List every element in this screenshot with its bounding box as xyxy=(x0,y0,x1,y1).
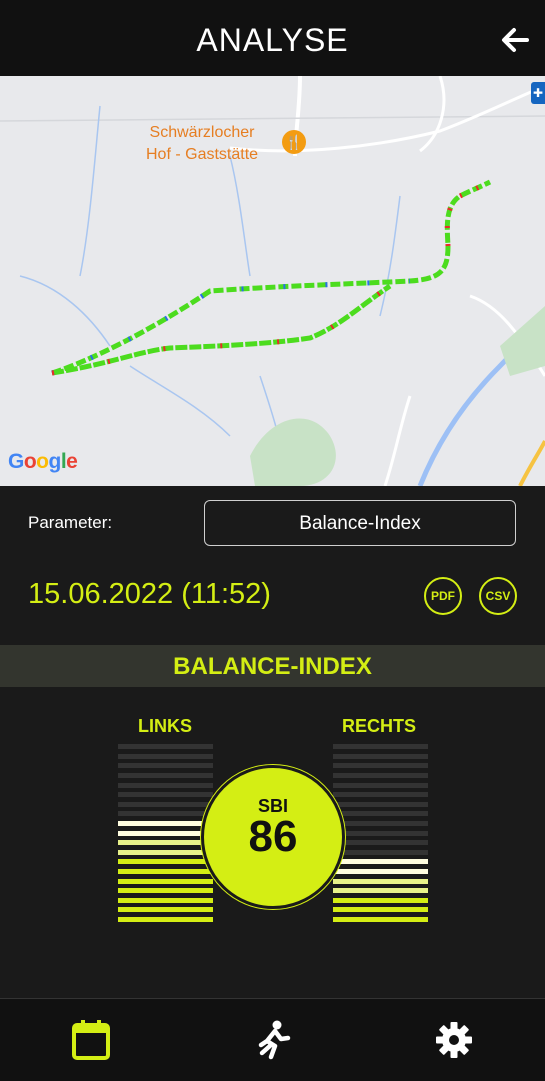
right-balance-bars xyxy=(333,742,428,922)
balance-bar-segment xyxy=(118,782,213,788)
balance-bar-segment xyxy=(118,763,213,769)
balance-bar-segment xyxy=(333,878,428,884)
balance-bar-segment xyxy=(333,859,428,865)
balance-bar-segment xyxy=(118,869,213,874)
balance-bar-segment xyxy=(118,811,213,817)
balance-bar-segment xyxy=(333,907,428,913)
balance-bar-segment xyxy=(118,792,213,798)
gear-icon[interactable] xyxy=(434,1019,474,1061)
balance-bar-segment xyxy=(333,801,428,807)
map-shield-icon: ✚ xyxy=(531,82,545,104)
balance-bar-segment xyxy=(333,840,428,846)
left-label: LINKS xyxy=(138,716,192,736)
balance-bar-segment xyxy=(333,763,428,769)
sbi-score-circle: SBI 86 xyxy=(201,765,345,909)
balance-bar-segment xyxy=(118,849,213,855)
balance-bar-segment xyxy=(333,917,428,922)
route-map[interactable]: Schwärzlocher Hof - Gaststätte 🍴 ✚ Googl… xyxy=(0,76,545,486)
balance-bar-segment xyxy=(118,859,213,865)
left-balance-bars xyxy=(118,742,213,922)
balance-bar-segment xyxy=(118,897,213,903)
session-date: 15.06.2022 (11:52) xyxy=(28,578,271,610)
balance-bar-segment xyxy=(118,801,213,807)
parameter-label: Parameter: xyxy=(28,513,113,532)
balance-bar-segment xyxy=(333,888,428,894)
csv-export-button[interactable]: CSV xyxy=(479,577,517,615)
balance-bar-segment xyxy=(333,869,428,874)
balance-bar-segment xyxy=(118,821,213,826)
balance-bar-segment xyxy=(118,830,213,836)
balance-bar-segment xyxy=(333,773,428,778)
balance-bar-segment xyxy=(333,744,428,750)
balance-bar-segment xyxy=(118,773,213,778)
balance-bar-segment xyxy=(118,840,213,846)
parameter-select[interactable]: Balance-Index xyxy=(204,500,516,546)
balance-bar-segment xyxy=(118,744,213,750)
balance-bar-segment xyxy=(333,849,428,855)
restaurant-icon[interactable]: 🍴 xyxy=(282,130,306,154)
poi-label: Schwärzlocher Hof - Gaststätte xyxy=(146,124,259,163)
balance-bar-segment xyxy=(118,888,213,894)
balance-bar-segment xyxy=(333,753,428,759)
app-header: ANALYSE xyxy=(0,0,545,76)
google-logo: Google xyxy=(8,450,78,473)
balance-bar-segment xyxy=(118,907,213,913)
balance-bar-segment xyxy=(333,792,428,798)
balance-bar-segment xyxy=(333,821,428,826)
balance-bar-segment xyxy=(333,830,428,836)
balance-bar-segment xyxy=(333,897,428,903)
bottom-nav xyxy=(0,998,545,1081)
back-arrow-icon[interactable] xyxy=(499,24,531,56)
map-canvas xyxy=(0,76,545,486)
sbi-value: 86 xyxy=(248,812,298,861)
balance-bar-segment xyxy=(118,878,213,884)
balance-bar-segment xyxy=(333,782,428,788)
balance-index-title: BALANCE-INDEX xyxy=(173,653,372,680)
balance-bar-segment xyxy=(118,753,213,759)
calendar-icon[interactable] xyxy=(71,1019,111,1061)
balance-bar-segment xyxy=(118,917,213,922)
balance-bar-segment xyxy=(333,811,428,817)
pdf-export-button[interactable]: PDF xyxy=(424,577,462,615)
page-title: ANALYSE xyxy=(196,22,349,58)
runner-icon[interactable] xyxy=(253,1019,293,1061)
right-label: RECHTS xyxy=(342,716,417,736)
